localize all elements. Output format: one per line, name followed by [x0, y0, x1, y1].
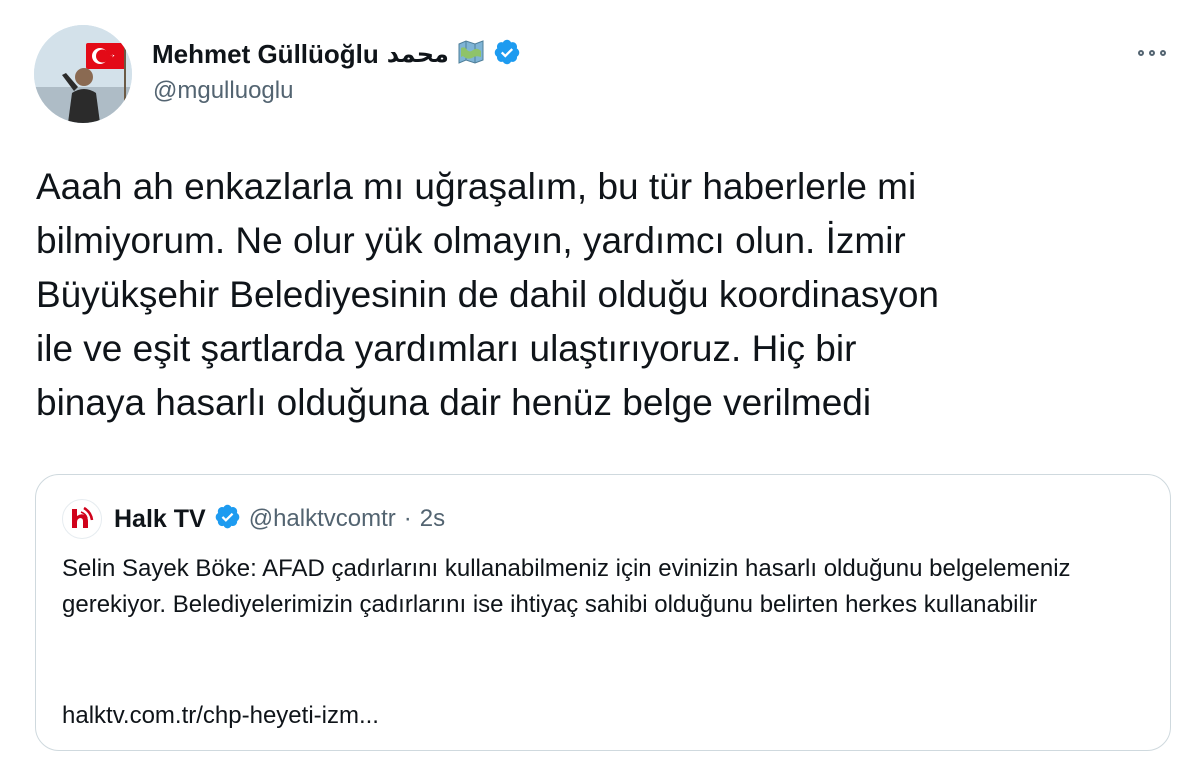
author-display-name[interactable]: Mehmet Güllüoğlu	[152, 39, 379, 70]
quoted-display-name[interactable]: Halk TV	[114, 505, 206, 534]
halktv-logo-icon	[62, 499, 102, 539]
avatar-photo	[34, 25, 132, 123]
quoted-timestamp[interactable]: 2s	[420, 505, 445, 533]
verified-badge-icon	[214, 503, 241, 535]
quoted-tweet-link[interactable]: halktv.com.tr/chp-heyeti-izm...	[62, 702, 379, 730]
verified-badge-icon	[493, 38, 521, 71]
tweet-card: Mehmet Güllüoğlu محمد @mgulluoglu Aaah a…	[0, 0, 1200, 757]
quoted-tweet-text: Selin Sayek Böke: AFAD çadırlarını kulla…	[62, 555, 1071, 618]
author-handle[interactable]: @mgulluoglu	[153, 77, 293, 105]
more-options-button[interactable]	[1130, 38, 1174, 68]
map-emoji-icon	[457, 39, 485, 70]
more-dot-icon	[1138, 50, 1144, 56]
author-line: Mehmet Güllüoğlu محمد	[152, 34, 521, 74]
author-avatar[interactable]	[34, 25, 132, 123]
more-dot-icon	[1149, 50, 1155, 56]
quoted-separator: ·	[403, 505, 412, 532]
quoted-tweet[interactable]: Halk TV @halktvcomtr · 2s Selin Sayek Bö…	[35, 474, 1171, 751]
tweet-text: Aaah ah enkazlarla mı uğraşalım, bu tür …	[36, 166, 939, 423]
quoted-handle[interactable]: @halktvcomtr	[249, 505, 396, 533]
quoted-tweet-header: Halk TV @halktvcomtr · 2s	[62, 499, 445, 539]
more-dot-icon	[1160, 50, 1166, 56]
author-arabic-name: محمد	[386, 40, 449, 68]
